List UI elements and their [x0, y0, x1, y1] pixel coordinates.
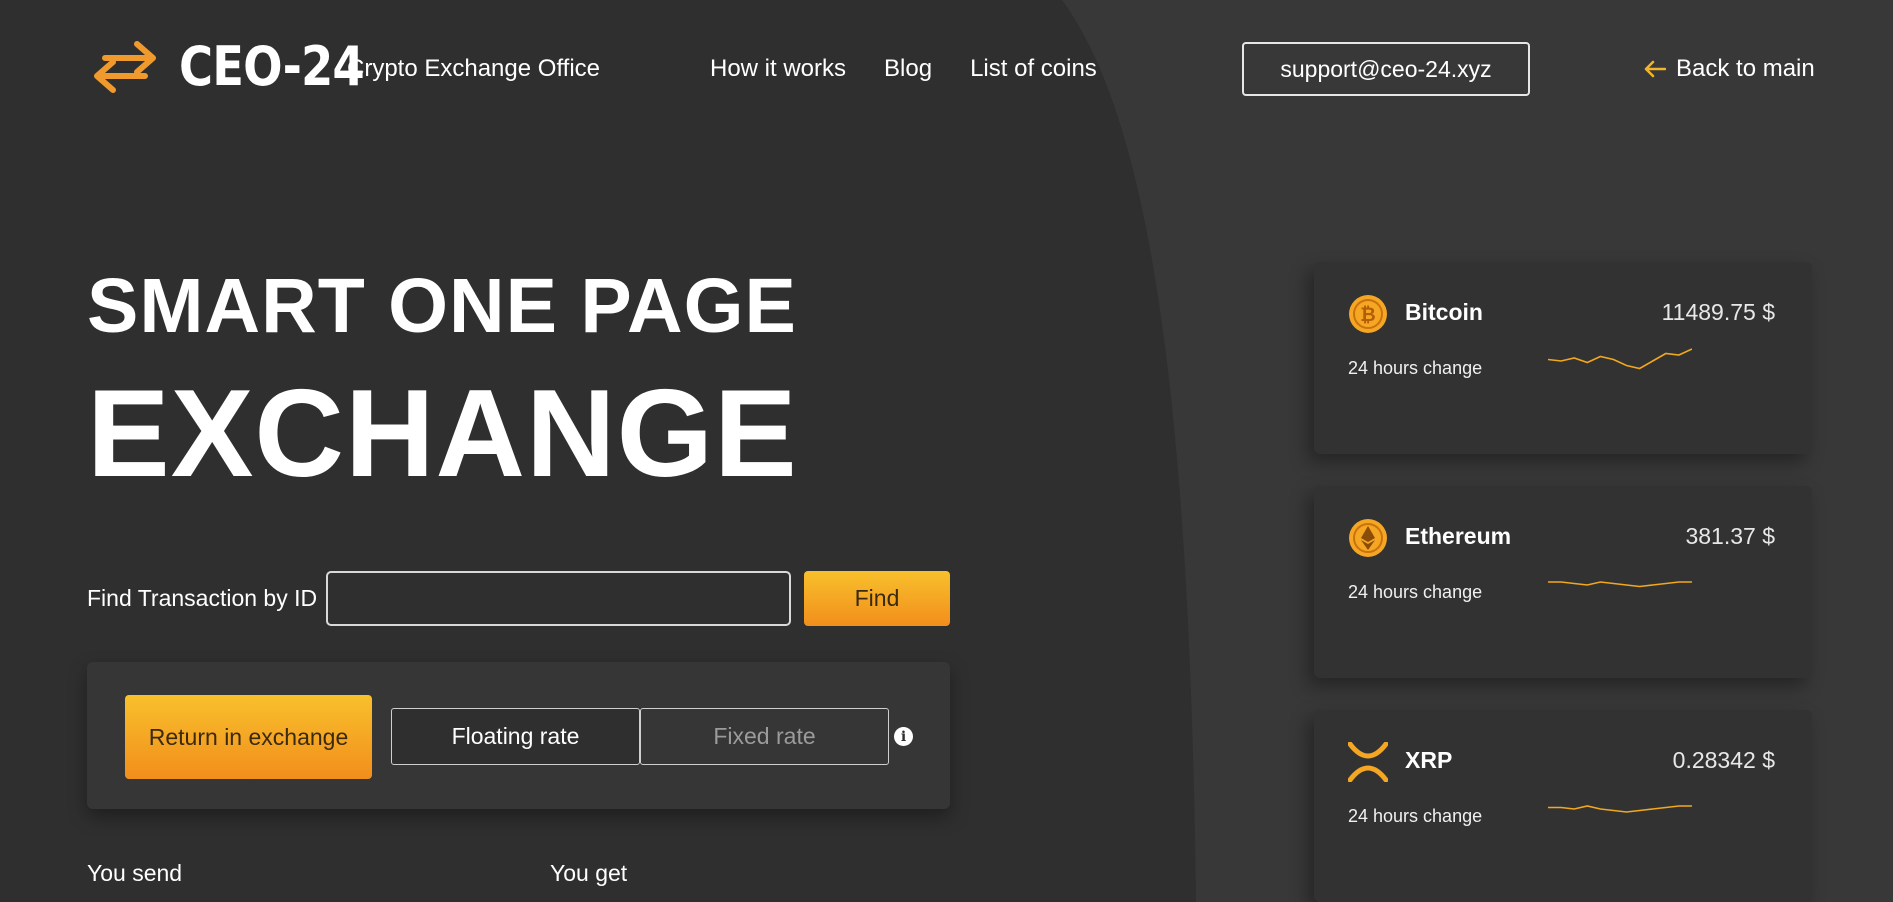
support-email-button[interactable]: support@ceo-24.xyz — [1242, 42, 1530, 96]
bitcoin-icon: ₿ — [1349, 295, 1387, 333]
hero-title-line2: EXCHANGE — [87, 365, 798, 503]
coin-name: Bitcoin — [1405, 299, 1483, 325]
coin-name: XRP — [1405, 747, 1453, 773]
nav-blog[interactable]: Blog — [884, 55, 932, 83]
coin-price: 0.28342 $ — [1672, 747, 1775, 773]
you-send-label: You send — [87, 860, 183, 886]
xrp-icon — [1348, 742, 1388, 782]
coin-change-label: 24 hours change — [1348, 358, 1483, 378]
sparkline-path — [1548, 348, 1692, 370]
nav-how-it-works[interactable]: How it works — [710, 55, 846, 83]
coin-price: 381.37 $ — [1685, 523, 1775, 549]
main-nav: How it works Blog List of coins — [710, 55, 1097, 83]
back-to-main-link[interactable]: Back to main — [1644, 55, 1815, 83]
logo-text: CEO-24 — [179, 35, 365, 98]
sparkline-chart — [1548, 805, 1692, 813]
logo-tagline: Crypto Exchange Office — [347, 55, 601, 82]
you-get-label: You get — [550, 860, 628, 886]
coin-card-bitcoin[interactable]: ₿ Bitcoin 11489.75 $ 24 hours change — [1314, 262, 1812, 454]
floating-rate-tab[interactable]: Floating rate — [391, 708, 640, 765]
coin-card-ethereum[interactable]: Ethereum 381.37 $ 24 hours change — [1314, 486, 1812, 678]
back-to-main-label: Back to main — [1676, 55, 1815, 82]
info-icon[interactable]: i — [894, 727, 913, 746]
return-in-exchange-button[interactable]: Return in exchange — [125, 695, 372, 779]
coin-change-label: 24 hours change — [1348, 806, 1483, 826]
coin-card-xrp[interactable]: XRP 0.28342 $ 24 hours change — [1314, 710, 1812, 902]
sparkline-path — [1548, 805, 1692, 813]
find-button[interactable]: Find — [804, 571, 950, 626]
find-transaction-label: Find Transaction by ID — [87, 585, 318, 611]
coin-name: Ethereum — [1405, 523, 1512, 549]
coin-change-label: 24 hours change — [1348, 582, 1483, 602]
sparkline-chart — [1548, 581, 1692, 588]
arrow-left-icon — [1644, 60, 1666, 78]
sparkline-chart — [1548, 348, 1692, 370]
nav-list-of-coins[interactable]: List of coins — [970, 55, 1097, 83]
ethereum-icon — [1349, 519, 1387, 557]
svg-text:₿: ₿ — [1360, 304, 1375, 326]
sparkline-path — [1548, 581, 1692, 588]
fixed-rate-tab[interactable]: Fixed rate — [640, 708, 889, 765]
exchange-arrows-icon — [94, 41, 156, 93]
coin-price: 11489.75 $ — [1661, 299, 1775, 325]
transaction-id-input[interactable] — [326, 571, 791, 626]
hero-title-line1: SMART ONE PAGE — [87, 263, 797, 349]
